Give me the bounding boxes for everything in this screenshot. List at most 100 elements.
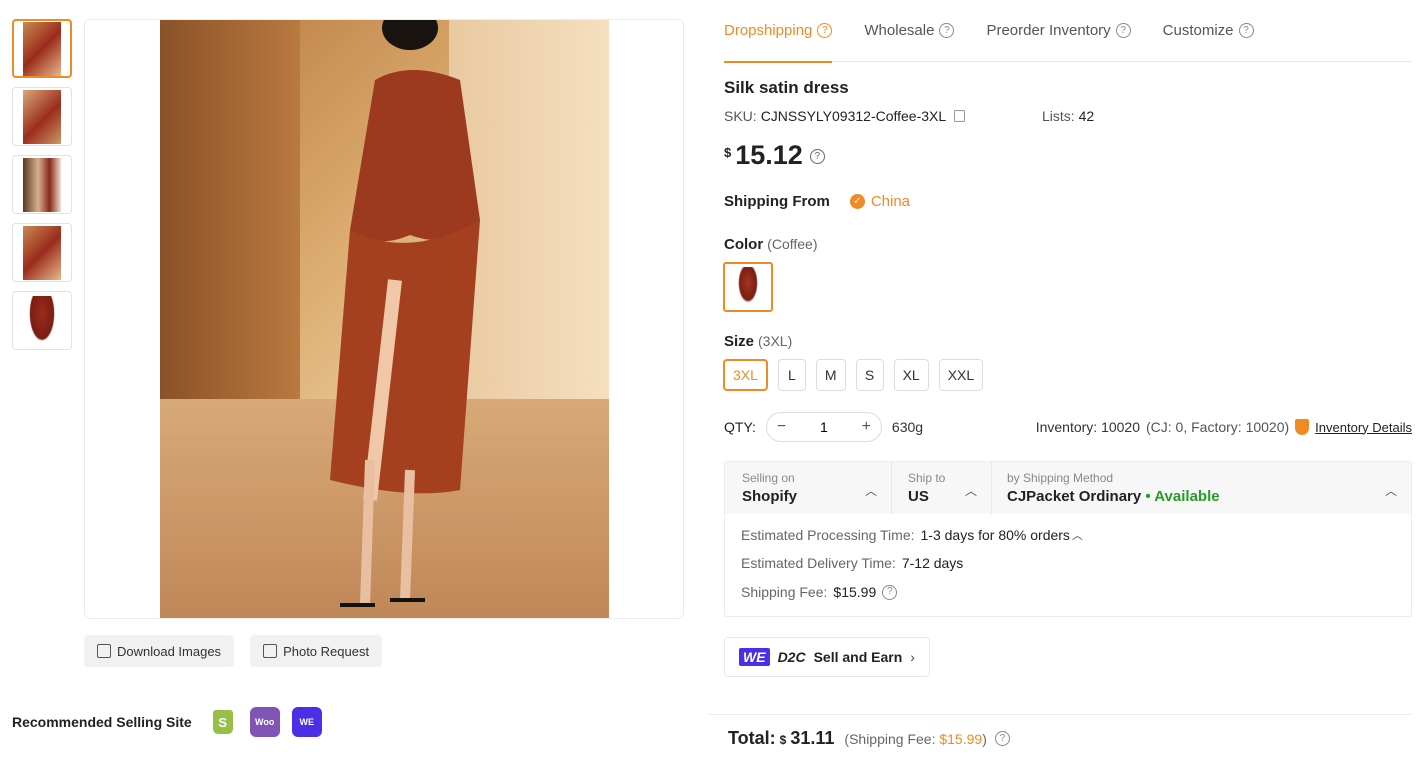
lists-value: 42: [1078, 108, 1095, 124]
recommended-selling-site: Recommended Selling Site S Woo WE: [12, 707, 322, 737]
tab-preorder-inventory[interactable]: Preorder Inventory ?: [986, 0, 1131, 62]
processing-value: 1-3 days for 80% orders: [920, 527, 1070, 543]
tab-dropshipping[interactable]: Dropshipping ?: [724, 0, 833, 63]
ship-to-select[interactable]: Ship to US ︿: [892, 462, 992, 514]
sku-row: SKU: CJNSSYLY09312-Coffee-3XL: [724, 108, 966, 124]
help-icon[interactable]: ?: [882, 584, 898, 600]
total-label: Total:: [728, 728, 776, 748]
shipping-fee: Shipping Fee: $15.99 ?: [725, 584, 1411, 600]
shipping-fee-label: Shipping Fee:: [741, 584, 828, 600]
help-icon[interactable]: ?: [939, 23, 955, 38]
color-label: Color (Coffee): [724, 236, 818, 253]
selling-on-select[interactable]: Selling on Shopify ︿: [725, 462, 892, 514]
delivery-value: 7-12 days: [901, 555, 964, 571]
size-options: 3XL L M S XL XXL: [723, 359, 984, 391]
size-option[interactable]: XXL: [938, 359, 984, 391]
help-icon[interactable]: ?: [1115, 23, 1131, 38]
processing-label: Estimated Processing Time:: [741, 527, 915, 543]
sell-and-earn-label: Sell and Earn: [813, 649, 903, 665]
inventory-breakdown: (CJ: 0, Factory: 10020): [1146, 419, 1290, 435]
thumbnail-list: [12, 19, 72, 359]
price-help-icon[interactable]: ?: [809, 149, 825, 164]
chevron-up-icon[interactable]: ︿: [1072, 527, 1083, 543]
size-option[interactable]: 3XL: [723, 359, 768, 391]
sku-value: CJNSSYLY09312-Coffee-3XL: [760, 108, 947, 124]
shield-icon: [1295, 419, 1310, 435]
weight: 630g: [891, 419, 924, 435]
shipping-from-option[interactable]: ✓ China: [849, 193, 911, 210]
divider: [708, 714, 1412, 715]
size-label: Size (3XL): [724, 333, 792, 350]
chevron-right-icon: ›: [910, 649, 915, 665]
help-icon[interactable]: ?: [1238, 23, 1254, 38]
shipping-fee-value: $15.99: [833, 584, 877, 600]
purchase-mode-tabs: Dropshipping ? Wholesale ? Preorder Inve…: [724, 0, 1412, 63]
total-row: Total: $ 31.11 (Shipping Fee: $15.99) ?: [728, 728, 1010, 749]
price-currency: $: [724, 145, 732, 160]
size-option[interactable]: XL: [893, 359, 929, 391]
help-icon[interactable]: ?: [994, 731, 1010, 746]
sell-and-earn-button[interactable]: WE D2C Sell and Earn ›: [724, 637, 930, 677]
shipping-header: Selling on Shopify ︿ Ship to US ︿ by Shi…: [725, 462, 1411, 514]
main-product-image: [84, 19, 684, 619]
tab-customize[interactable]: Customize ?: [1163, 0, 1254, 62]
shipping-method-select[interactable]: by Shipping Method CJPacket Ordinary • A…: [992, 462, 1411, 514]
shopify-icon[interactable]: S: [207, 707, 238, 737]
color-option-coffee[interactable]: [723, 262, 773, 312]
inventory-info: Inventory: 10020 (CJ: 0, Factory: 10020)…: [1036, 419, 1412, 435]
qty-label: QTY:: [724, 419, 756, 435]
product-photo: [160, 20, 609, 618]
lists-label: Lists:: [1042, 108, 1075, 124]
chevron-up-icon: ︿: [964, 484, 977, 498]
shipping-from-label: Shipping From: [724, 193, 830, 210]
download-images-button[interactable]: Download Images: [84, 635, 235, 667]
copy-icon[interactable]: [954, 110, 966, 122]
we-d2c-icon[interactable]: WE: [291, 707, 322, 737]
thumbnail-2[interactable]: [12, 87, 72, 146]
quantity-input[interactable]: [803, 419, 844, 435]
tab-label: Dropshipping: [724, 22, 813, 39]
inventory-total: Inventory: 10020: [1035, 419, 1140, 435]
size-option[interactable]: L: [777, 359, 806, 391]
chevron-up-icon: ︿: [1384, 484, 1397, 498]
delivery-label: Estimated Delivery Time:: [741, 555, 896, 571]
tab-label: Wholesale: [864, 22, 935, 39]
minus-icon[interactable]: −: [777, 418, 786, 436]
photo-request-button[interactable]: Photo Request: [250, 635, 383, 667]
check-icon: ✓: [849, 194, 865, 209]
shipping-method-value: CJPacket Ordinary: [1007, 488, 1142, 505]
total-currency: $: [779, 733, 787, 747]
plus-icon[interactable]: +: [862, 418, 871, 436]
product-title: Silk satin dress: [724, 78, 849, 97]
photo-request-label: Photo Request: [283, 643, 370, 659]
ship-to-label: Ship to: [908, 471, 946, 485]
availability-status: • Available: [1145, 488, 1220, 505]
size-option[interactable]: S: [855, 359, 884, 391]
thumbnail-1[interactable]: [12, 19, 72, 78]
shipping-method-label: by Shipping Method: [1007, 471, 1114, 485]
sku-label: SKU:: [724, 108, 757, 124]
dress-figure: [330, 20, 480, 607]
thumbnail-3[interactable]: [12, 155, 72, 214]
we-logo: WE: [739, 648, 770, 666]
thumbnail-5[interactable]: [12, 291, 72, 350]
tab-label: Preorder Inventory: [986, 22, 1111, 39]
d2c-logo: D2C: [777, 649, 806, 665]
inventory-details-link[interactable]: Inventory Details: [1315, 420, 1412, 435]
fee-suffix: ): [982, 731, 987, 747]
tab-wholesale[interactable]: Wholesale ?: [864, 0, 955, 62]
total-shipping-fee: (Shipping Fee: $15.99): [844, 731, 986, 747]
thumbnail-4[interactable]: [12, 223, 72, 282]
shipping-from: Shipping From ✓ China: [724, 193, 910, 210]
size-option[interactable]: M: [815, 359, 846, 391]
shipping-box: Selling on Shopify ︿ Ship to US ︿ by Shi…: [724, 461, 1412, 617]
color-selected: (Coffee): [767, 236, 818, 252]
shipping-from-value: China: [870, 193, 911, 210]
fee-value: $15.99: [939, 731, 983, 747]
help-icon[interactable]: ?: [817, 23, 833, 38]
size-title: Size: [724, 333, 755, 350]
quantity-row: QTY: − + 630g Inventory: 10020 (CJ: 0, F…: [724, 412, 1412, 442]
woocommerce-icon[interactable]: Woo: [249, 707, 280, 737]
color-title: Color: [724, 236, 764, 253]
delivery-time: Estimated Delivery Time: 7-12 days: [725, 555, 1411, 571]
